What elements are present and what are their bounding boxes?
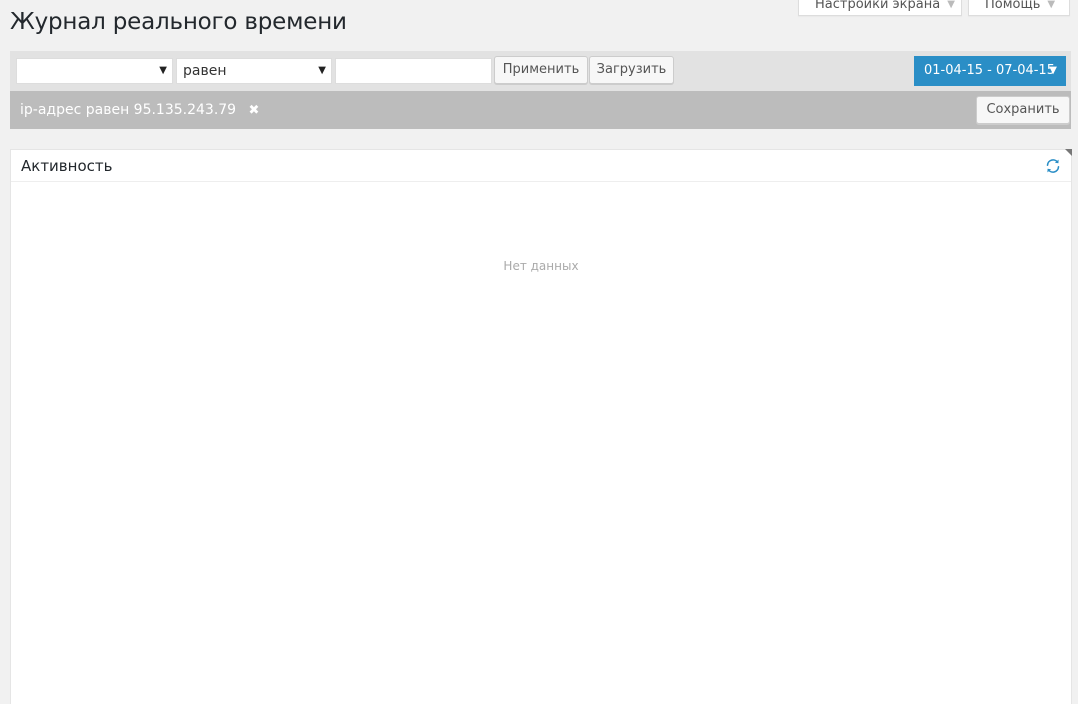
help-label: Помощь: [985, 0, 1041, 12]
load-button[interactable]: Загрузить: [589, 56, 674, 84]
page: Настройки экрана ▼ Помощь ▼ Журнал реаль…: [0, 0, 1078, 704]
screen-options-tab[interactable]: Настройки экрана ▼: [798, 0, 962, 16]
apply-button[interactable]: Применить: [494, 56, 588, 84]
activity-panel-header: Активность: [11, 150, 1071, 182]
caret-down-icon: ▼: [318, 65, 326, 76]
operator-select[interactable]: равен ▼: [176, 58, 332, 84]
panel-title: Активность: [21, 157, 113, 175]
caret-down-icon: ▼: [1049, 65, 1057, 76]
date-range-picker[interactable]: 01-04-15 - 07-04-15 ▼: [914, 56, 1066, 86]
remove-filter-icon[interactable]: ✖: [249, 92, 260, 130]
activity-panel: Активность Нет данных: [10, 149, 1072, 704]
help-tab[interactable]: Помощь ▼: [968, 0, 1070, 16]
chevron-down-icon: ▼: [1047, 0, 1056, 10]
caret-down-icon: ▼: [159, 65, 167, 76]
empty-state-message: Нет данных: [503, 259, 579, 273]
filter-value-input[interactable]: [335, 58, 492, 84]
save-filter-button[interactable]: Сохранить: [976, 96, 1070, 124]
active-filter-bar: ip-адрес равен 95.135.243.79 ✖ Сохранить: [10, 91, 1071, 129]
filter-bar: ▼ равен ▼ Применить Загрузить 01-04-15 -…: [10, 51, 1071, 91]
operator-select-value: равен: [183, 63, 227, 79]
field-select[interactable]: ▼: [16, 58, 173, 84]
active-filter-text: ip-адрес равен 95.135.243.79: [20, 102, 237, 118]
chevron-down-icon: ▼: [947, 0, 955, 10]
date-range-label: 01-04-15 - 07-04-15: [924, 63, 1055, 78]
screen-options-label: Настройки экрана: [815, 0, 941, 12]
active-filter-tag: ip-адрес равен 95.135.243.79 ✖: [20, 91, 259, 130]
page-title: Журнал реального времени: [10, 9, 347, 35]
refresh-icon[interactable]: [1045, 158, 1061, 174]
